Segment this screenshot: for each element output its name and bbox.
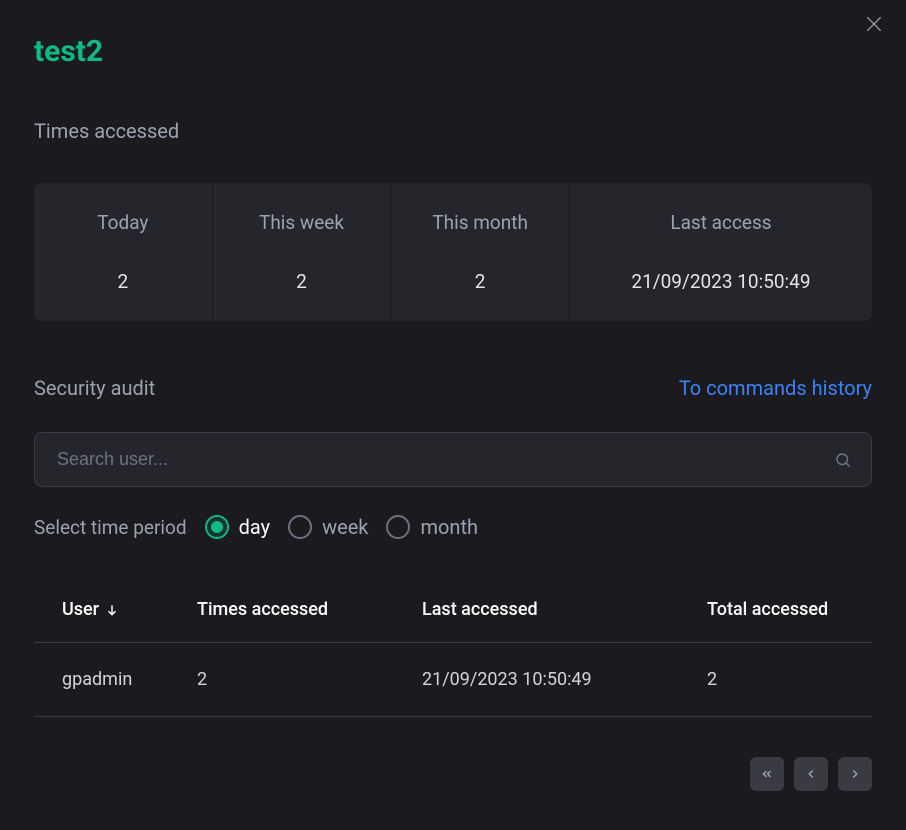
radio-option-week[interactable]: week	[288, 515, 368, 539]
radio-option-day[interactable]: day	[205, 515, 270, 539]
security-audit-header: Security audit To commands history	[34, 376, 872, 400]
radio-circle-icon	[288, 515, 312, 539]
stat-label-week: This week	[213, 211, 391, 234]
stat-card-month: This month 2	[391, 183, 570, 321]
stat-value-month: 2	[391, 270, 569, 293]
cell-last: 21/09/2023 10:50:49	[422, 669, 707, 690]
chevron-right-icon	[848, 767, 862, 781]
radio-option-month[interactable]: month	[386, 515, 478, 539]
header-last-label: Last accessed	[422, 599, 538, 620]
commands-history-link[interactable]: To commands history	[679, 376, 872, 400]
header-user-label: User	[62, 599, 99, 620]
audit-table: User Times accessed Last accessed Total …	[34, 599, 872, 717]
chevron-left-icon	[804, 767, 818, 781]
table-header-user[interactable]: User	[62, 599, 197, 620]
search-wrapper	[34, 432, 872, 487]
stat-label-month: This month	[391, 211, 569, 234]
radio-dot-icon	[211, 521, 223, 533]
sort-arrow-down-icon	[105, 603, 119, 617]
close-icon	[864, 14, 884, 34]
radio-label-month: month	[420, 515, 478, 539]
radio-label-day: day	[239, 515, 270, 539]
search-input[interactable]	[34, 432, 872, 487]
pagination-prev-button[interactable]	[794, 757, 828, 791]
stats-row: Today 2 This week 2 This month 2 Last ac…	[34, 183, 872, 321]
cell-user: gpadmin	[62, 669, 197, 690]
search-icon	[834, 451, 852, 469]
stat-label-last-access: Last access	[570, 211, 872, 234]
pagination-next-button[interactable]	[838, 757, 872, 791]
radio-circle-icon	[205, 515, 229, 539]
period-label: Select time period	[34, 516, 187, 539]
page-title: test2	[34, 34, 872, 69]
pagination	[34, 757, 872, 791]
cell-times: 2	[197, 669, 422, 690]
stat-card-last-access: Last access 21/09/2023 10:50:49	[570, 183, 872, 321]
times-accessed-heading: Times accessed	[34, 119, 872, 143]
pagination-first-button[interactable]	[750, 757, 784, 791]
period-radio-group: day week month	[205, 515, 478, 539]
chevron-double-left-icon	[760, 767, 774, 781]
stat-value-week: 2	[213, 270, 391, 293]
security-audit-heading: Security audit	[34, 376, 155, 400]
cell-total: 2	[707, 669, 844, 690]
stat-card-week: This week 2	[213, 183, 392, 321]
close-button[interactable]	[864, 14, 884, 34]
table-header-total[interactable]: Total accessed	[707, 599, 844, 620]
header-total-label: Total accessed	[707, 599, 828, 620]
radio-circle-icon	[386, 515, 410, 539]
stat-label-today: Today	[34, 211, 212, 234]
header-times-label: Times accessed	[197, 599, 328, 620]
stat-card-today: Today 2	[34, 183, 213, 321]
stat-value-last-access: 21/09/2023 10:50:49	[570, 270, 872, 293]
period-row: Select time period day week month	[34, 515, 872, 539]
radio-label-week: week	[322, 515, 368, 539]
table-row: gpadmin 2 21/09/2023 10:50:49 2	[34, 643, 872, 717]
table-header: User Times accessed Last accessed Total …	[34, 599, 872, 643]
table-header-times[interactable]: Times accessed	[197, 599, 422, 620]
stat-value-today: 2	[34, 270, 212, 293]
table-header-last[interactable]: Last accessed	[422, 599, 707, 620]
